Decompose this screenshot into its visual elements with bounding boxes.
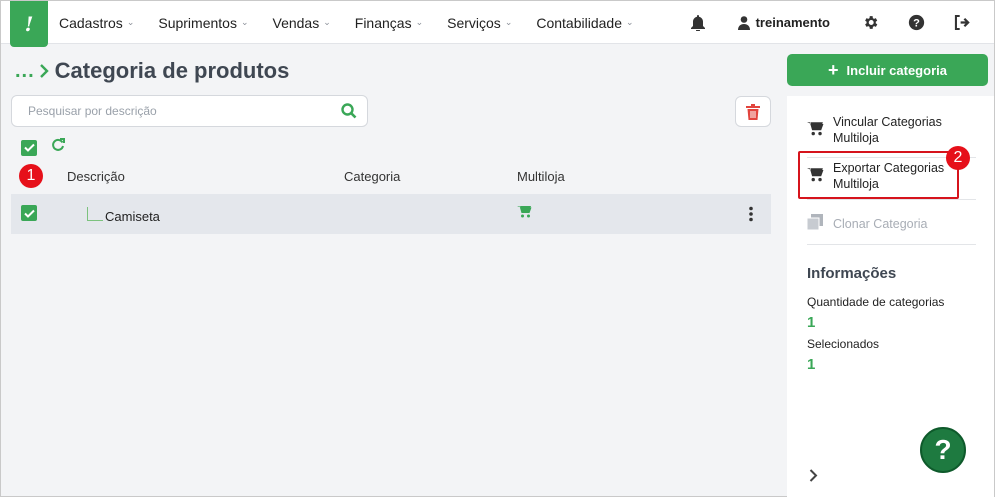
menu-servicos[interactable]: Serviços ⌄ bbox=[447, 15, 512, 31]
menu-label: Contabilidade bbox=[536, 14, 622, 31]
top-right-actions: treinamento ? bbox=[688, 1, 994, 44]
include-category-label: Incluir categoria bbox=[846, 62, 947, 78]
menu-financas[interactable]: Finanças ⌄ bbox=[355, 15, 423, 31]
qty-value: 1 bbox=[807, 314, 816, 331]
menu-label: Serviços bbox=[447, 14, 501, 31]
page-title: Categoria de produtos bbox=[54, 58, 290, 83]
action-label: Clonar Categoria bbox=[833, 217, 928, 231]
action-label: Exportar Categorias Multiloja bbox=[833, 161, 945, 191]
table-toolbar bbox=[21, 138, 65, 157]
annotation-badge-2: 2 bbox=[946, 146, 970, 170]
user-icon bbox=[737, 15, 750, 30]
search-input[interactable] bbox=[12, 96, 322, 126]
main-menu: Cadastros ⌄ Suprimentos ⌄ Vendas ⌄ Finanças… bbox=[59, 1, 658, 44]
selected-value: 1 bbox=[807, 356, 816, 373]
bell-icon[interactable] bbox=[688, 13, 708, 33]
right-sidebar: Vincular Categorias Multiloja 2 Exportar … bbox=[787, 96, 994, 497]
column-header-categoria[interactable]: Categoria bbox=[344, 169, 400, 184]
top-navbar: ! Cadastros ⌄ Suprimentos ⌄ Vendas ⌄ Finanç… bbox=[1, 1, 994, 47]
menu-cadastros[interactable]: Cadastros ⌄ bbox=[59, 15, 134, 31]
trash-icon bbox=[746, 103, 760, 120]
chevron-right-icon[interactable] bbox=[809, 469, 818, 487]
divider bbox=[807, 244, 976, 245]
chevron-down-icon: ⌄ bbox=[415, 17, 424, 27]
user-name: treinamento bbox=[755, 15, 830, 30]
row-actions-icon[interactable] bbox=[748, 206, 754, 227]
cart-icon bbox=[517, 205, 532, 223]
refresh-icon[interactable] bbox=[51, 138, 65, 157]
help-chat-button[interactable]: ? bbox=[920, 427, 966, 473]
info-title: Informações bbox=[807, 265, 897, 282]
menu-contabilidade[interactable]: Contabilidade ⌄ bbox=[536, 15, 633, 31]
gear-icon[interactable] bbox=[860, 13, 880, 33]
page-title-block: ... Categoria de produtos bbox=[15, 58, 289, 84]
svg-text:?: ? bbox=[913, 17, 920, 29]
copy-icon bbox=[806, 214, 825, 234]
include-category-button[interactable]: + Incluir categoria bbox=[787, 54, 988, 86]
menu-suprimentos[interactable]: Suprimentos ⌄ bbox=[158, 15, 248, 31]
tree-connector bbox=[87, 207, 103, 221]
chevron-down-icon: ⌄ bbox=[126, 17, 135, 27]
search-box bbox=[11, 95, 368, 127]
help-circle-icon[interactable]: ? bbox=[906, 13, 926, 33]
divider bbox=[807, 199, 976, 200]
chevron-right-icon bbox=[39, 58, 49, 84]
category-name: Camiseta bbox=[105, 209, 160, 224]
cart-icon bbox=[807, 121, 825, 140]
link-multiloja-action[interactable]: Vincular Categorias Multiloja bbox=[807, 114, 942, 146]
table-header: 1 Descrição Categoria Multiloja bbox=[11, 161, 771, 191]
user-menu[interactable]: treinamento bbox=[737, 15, 830, 30]
question-icon: ? bbox=[934, 434, 952, 465]
table-row[interactable]: Camiseta bbox=[11, 194, 771, 234]
chevron-down-icon: ⌄ bbox=[504, 17, 513, 27]
app-logo[interactable]: ! bbox=[10, 1, 48, 47]
plus-icon: + bbox=[828, 59, 839, 80]
row-checkbox[interactable] bbox=[21, 205, 37, 221]
menu-label: Cadastros bbox=[59, 14, 123, 31]
menu-label: Suprimentos bbox=[158, 14, 237, 31]
chevron-down-icon: ⌄ bbox=[625, 17, 634, 27]
breadcrumb[interactable]: ... bbox=[15, 60, 35, 83]
column-header-descricao[interactable]: Descrição bbox=[67, 169, 125, 184]
selected-label: Selecionados bbox=[807, 337, 880, 351]
delete-button[interactable] bbox=[735, 96, 771, 127]
qty-label: Quantidade de categorias bbox=[807, 295, 945, 309]
export-multiloja-action[interactable]: Exportar Categorias Multiloja bbox=[807, 160, 944, 192]
menu-label: Vendas bbox=[272, 14, 320, 31]
annotation-badge-1: 1 bbox=[19, 164, 43, 188]
menu-label: Finanças bbox=[354, 14, 412, 31]
search-icon[interactable] bbox=[341, 103, 357, 124]
column-header-multiloja[interactable]: Multiloja bbox=[517, 169, 565, 184]
select-all-checkbox[interactable] bbox=[21, 139, 37, 156]
action-label: Vincular Categorias Multiloja bbox=[833, 115, 942, 145]
chevron-down-icon: ⌄ bbox=[240, 17, 249, 27]
clone-category-action[interactable]: Clonar Categoria bbox=[806, 214, 928, 234]
cart-icon bbox=[807, 167, 825, 186]
chevron-down-icon: ⌄ bbox=[323, 17, 331, 27]
menu-vendas[interactable]: Vendas ⌄ bbox=[273, 15, 331, 31]
logout-icon[interactable] bbox=[952, 13, 972, 33]
